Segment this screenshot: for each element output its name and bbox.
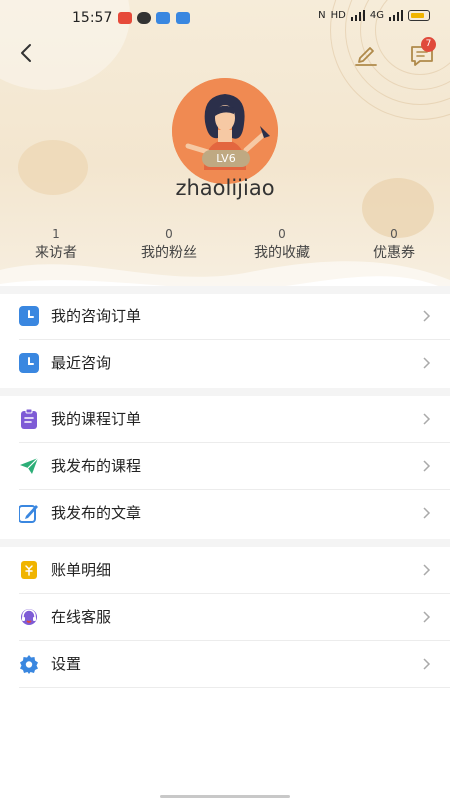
bill-icon (21, 561, 37, 579)
clock-icon (19, 353, 39, 373)
stat-coupons[interactable]: 0 优惠券 (338, 226, 450, 263)
notification-app-icon (156, 12, 170, 24)
menu-item-recent-consults[interactable]: 最近咨询 (0, 340, 450, 387)
status-bar: 15:57 N HD 4G (0, 0, 450, 38)
status-indicators: N HD 4G (318, 10, 430, 21)
chevron-right-icon (423, 507, 431, 519)
signal-icon (350, 10, 365, 21)
home-indicator[interactable] (160, 795, 290, 798)
menu-item-my-courses[interactable]: 我发布的课程 (0, 443, 450, 490)
chevron-right-icon (423, 357, 431, 369)
menu-item-label: 在线客服 (51, 608, 112, 626)
menu-item-label: 我发布的文章 (51, 504, 142, 522)
stat-label: 我的收藏 (254, 245, 310, 261)
clock-icon (19, 306, 39, 326)
clipboard-icon (21, 409, 37, 429)
stat-label: 优惠券 (373, 245, 415, 261)
menu-item-label: 账单明细 (51, 561, 112, 579)
battery-icon (408, 10, 430, 21)
avatar[interactable] (172, 78, 278, 184)
row-divider (19, 687, 450, 688)
menu-item-consult-orders[interactable]: 我的咨询订单 (0, 293, 450, 340)
menu-item-label: 设置 (51, 655, 82, 673)
stat-favorites[interactable]: 0 我的收藏 (226, 226, 338, 263)
stat-value: 0 (165, 227, 173, 241)
menu-item-course-orders[interactable]: 我的课程订单 (0, 396, 450, 443)
stat-value: 0 (278, 227, 286, 241)
edit-square-icon (19, 505, 38, 523)
avatar-illustration (172, 78, 278, 184)
paper-plane-icon (20, 457, 39, 474)
menu-item-settings[interactable]: 设置 (0, 641, 450, 688)
message-count-badge: 7 (421, 37, 436, 52)
chevron-right-icon (423, 611, 431, 623)
signal-icon (389, 10, 403, 21)
chevron-right-icon (423, 460, 431, 472)
stat-label: 来访者 (35, 245, 77, 261)
stat-label: 我的粉丝 (141, 245, 197, 261)
menu-item-label: 我的课程订单 (51, 410, 142, 428)
stat-value: 1 (52, 227, 60, 241)
chevron-right-icon (423, 310, 431, 322)
menu-item-label: 我的咨询订单 (51, 307, 142, 325)
menu-item-label: 最近咨询 (51, 354, 112, 372)
back-button[interactable] (14, 40, 40, 66)
chevron-right-icon (423, 413, 431, 425)
menu-item-my-articles[interactable]: 我发布的文章 (0, 490, 450, 537)
nfc-icon: N (318, 10, 326, 21)
menu-item-online-service[interactable]: 在线客服 (0, 594, 450, 641)
username: zhaolijiao (175, 176, 275, 200)
chevron-right-icon (423, 564, 431, 576)
pencil-icon (355, 47, 377, 66)
section-divider (0, 388, 450, 396)
headset-icon (21, 609, 37, 625)
network-label: HD (330, 10, 346, 21)
notification-app-icon (118, 12, 132, 24)
gear-icon (20, 655, 38, 674)
edit-profile-button[interactable] (353, 41, 379, 67)
signal-type-label: 4G (369, 10, 384, 21)
level-badge: LV6 (202, 150, 250, 167)
notification-app-icon (176, 12, 190, 24)
section-divider (0, 539, 450, 547)
stat-value: 0 (390, 227, 398, 241)
wechat-icon (137, 12, 151, 24)
chevron-left-icon (21, 44, 31, 62)
chevron-right-icon (423, 658, 431, 670)
status-time: 15:57 (72, 10, 113, 26)
stat-visitors[interactable]: 1 来访者 (0, 226, 112, 263)
menu-item-bill-details[interactable]: 账单明细 (0, 547, 450, 594)
stat-fans[interactable]: 0 我的粉丝 (113, 226, 225, 263)
menu-item-label: 我发布的课程 (51, 457, 142, 475)
